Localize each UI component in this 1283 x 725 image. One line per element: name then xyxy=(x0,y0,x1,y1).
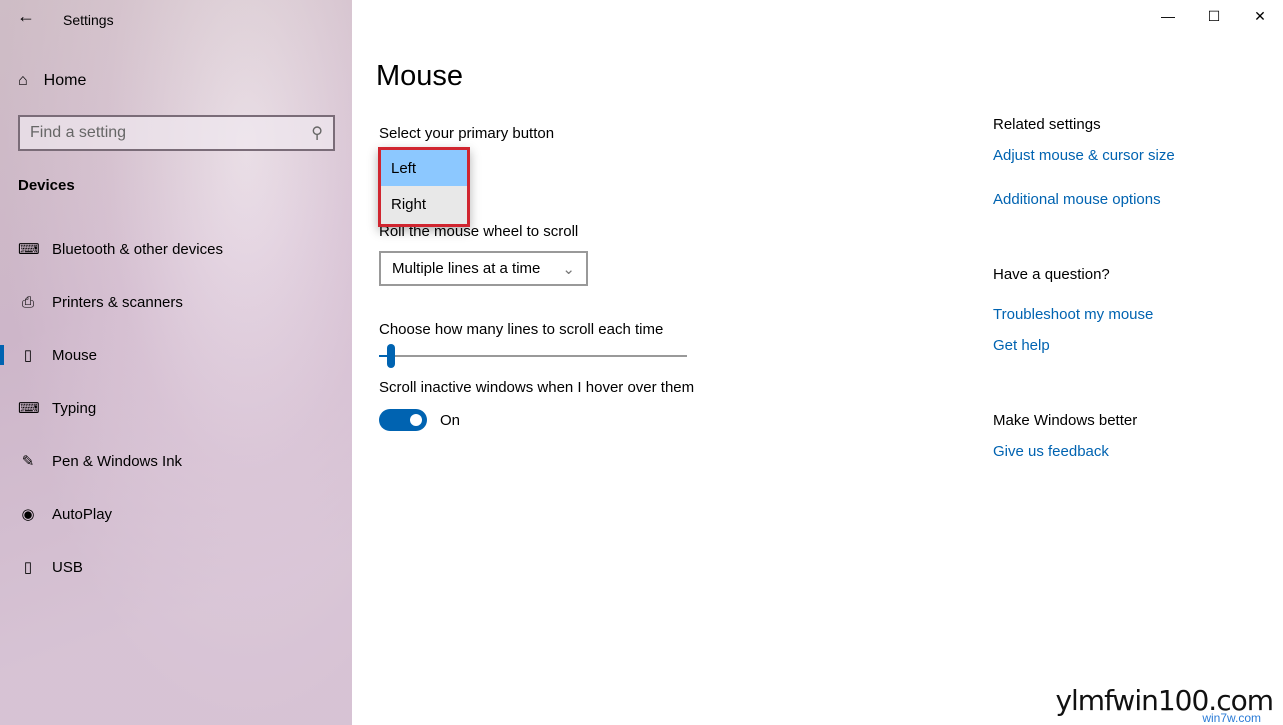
link-feedback[interactable]: Give us feedback xyxy=(993,443,1109,460)
link-additional-mouse[interactable]: Additional mouse options xyxy=(993,191,1161,208)
lines-slider[interactable] xyxy=(379,344,687,368)
pen-icon: ✎ xyxy=(21,453,35,470)
minimize-button[interactable]: — xyxy=(1145,0,1191,32)
sidebar-item-typing[interactable]: ⌨ Typing xyxy=(0,388,352,428)
link-adjust-cursor[interactable]: Adjust mouse & cursor size xyxy=(993,147,1175,164)
sidebar-item-autoplay[interactable]: ◉ AutoPlay xyxy=(0,494,352,534)
mouse-icon: ▯ xyxy=(23,347,33,364)
autoplay-icon: ◉ xyxy=(21,506,35,523)
nav-label: USB xyxy=(52,558,83,576)
search-icon: ⚲ xyxy=(311,125,323,142)
chevron-down-icon: ⌄ xyxy=(562,260,575,278)
close-button[interactable]: ✕ xyxy=(1237,0,1283,32)
maximize-button[interactable]: ☐ xyxy=(1191,0,1237,32)
better-heading: Make Windows better xyxy=(993,412,1138,429)
sidebar-item-usb[interactable]: ▯ USB xyxy=(0,547,352,587)
option-left[interactable]: Left xyxy=(381,150,467,186)
nav-label: Mouse xyxy=(52,346,98,364)
nav-label: Pen & Windows Ink xyxy=(52,452,183,470)
sidebar-item-printers[interactable]: ⎙ Printers & scanners xyxy=(0,282,352,322)
sidebar-item-pen[interactable]: ✎ Pen & Windows Ink xyxy=(0,441,352,481)
app-title: Settings xyxy=(63,12,114,28)
printer-icon: ⎙ xyxy=(21,293,34,311)
section-heading: Devices xyxy=(18,177,75,194)
sidebar-item-mouse[interactable]: ▯ Mouse xyxy=(0,335,352,375)
page-title: Mouse xyxy=(376,60,464,92)
inactive-label: Scroll inactive windows when I hover ove… xyxy=(379,379,695,396)
search-placeholder: Find a setting xyxy=(30,124,127,141)
slider-thumb[interactable] xyxy=(387,344,396,368)
bluetooth-devices-icon: ⌨ xyxy=(18,241,40,258)
wheel-dropdown[interactable]: Multiple lines at a time ⌄ xyxy=(379,251,588,286)
home-label: Home xyxy=(43,72,87,89)
sidebar: ← Settings ⌂ Home Find a setting ⚲ Devices… xyxy=(0,0,352,725)
keyboard-icon: ⌨ xyxy=(18,400,40,417)
wheel-value: Multiple lines at a time xyxy=(392,260,541,277)
related-heading: Related settings xyxy=(993,116,1101,133)
nav-label: Printers & scanners xyxy=(52,293,183,311)
search-input[interactable]: Find a setting ⚲ xyxy=(18,115,335,151)
link-troubleshoot[interactable]: Troubleshoot my mouse xyxy=(993,306,1153,323)
lines-label: Choose how many lines to scroll each tim… xyxy=(379,321,664,338)
window-controls: — ☐ ✕ xyxy=(1145,0,1283,32)
question-heading: Have a question? xyxy=(993,266,1110,283)
nav-label: AutoPlay xyxy=(52,505,113,523)
usb-icon: ▯ xyxy=(23,559,33,576)
sidebar-item-bluetooth[interactable]: ⌨ Bluetooth & other devices xyxy=(0,229,352,269)
primary-button-label: Select your primary button xyxy=(379,125,555,142)
option-right[interactable]: Right xyxy=(381,186,467,222)
watermark-sub: win7w.com xyxy=(1202,711,1261,725)
nav-label: Bluetooth & other devices xyxy=(52,240,223,258)
sidebar-item-home[interactable]: ⌂ Home xyxy=(18,72,86,90)
primary-button-dropdown-list: Left Right xyxy=(378,147,470,227)
home-icon: ⌂ xyxy=(18,72,28,89)
nav-label: Typing xyxy=(52,399,97,417)
toggle-state: On xyxy=(440,412,461,429)
inactive-toggle[interactable] xyxy=(379,409,427,431)
back-arrow-icon[interactable]: ← xyxy=(14,6,38,27)
link-get-help[interactable]: Get help xyxy=(993,337,1050,354)
